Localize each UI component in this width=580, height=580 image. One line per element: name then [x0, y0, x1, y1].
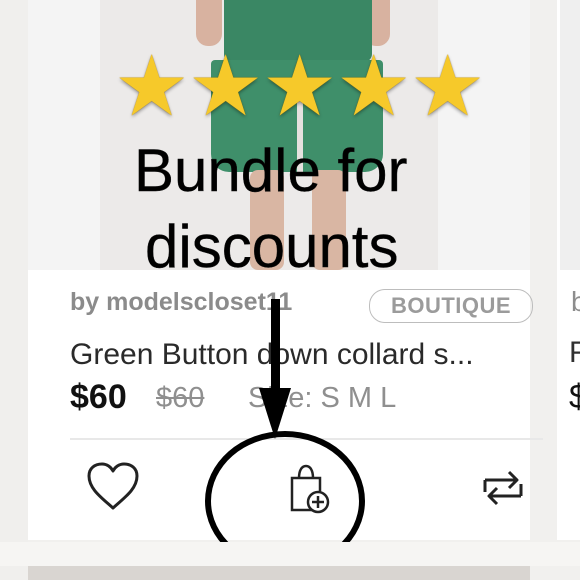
bundle-callout-line1: Bundle for: [134, 137, 408, 204]
original-price: $60: [156, 382, 205, 414]
repost-icon: [483, 470, 523, 506]
share-button[interactable]: [471, 456, 535, 520]
seller-name[interactable]: by modelscloset11: [70, 288, 292, 317]
next-title-initial: F: [569, 336, 580, 369]
star-icon: ★: [336, 37, 412, 135]
current-price: $60: [70, 378, 127, 416]
next-listing-photo: [560, 0, 580, 270]
heart-icon: [87, 462, 139, 510]
like-button[interactable]: [81, 454, 145, 518]
left-margin: [0, 0, 28, 580]
bundle-callout-line2: discounts: [145, 213, 399, 280]
feed-gap: [0, 542, 580, 566]
next-seller-initial: b: [571, 286, 580, 317]
star-icon: ★: [262, 37, 338, 135]
star-icon: ★: [188, 37, 264, 135]
bundle-callout: Bundle for discounts: [134, 137, 494, 280]
annotation-arrow-line: [271, 299, 280, 397]
star-icon: ★: [114, 37, 190, 135]
next-price-initial: $: [569, 378, 580, 416]
boutique-badge: BOUTIQUE: [369, 289, 533, 323]
star-icon: ★: [410, 37, 486, 135]
next-row-photo[interactable]: [28, 566, 530, 580]
rating-stars: ★ ★ ★ ★ ★: [114, 37, 486, 135]
